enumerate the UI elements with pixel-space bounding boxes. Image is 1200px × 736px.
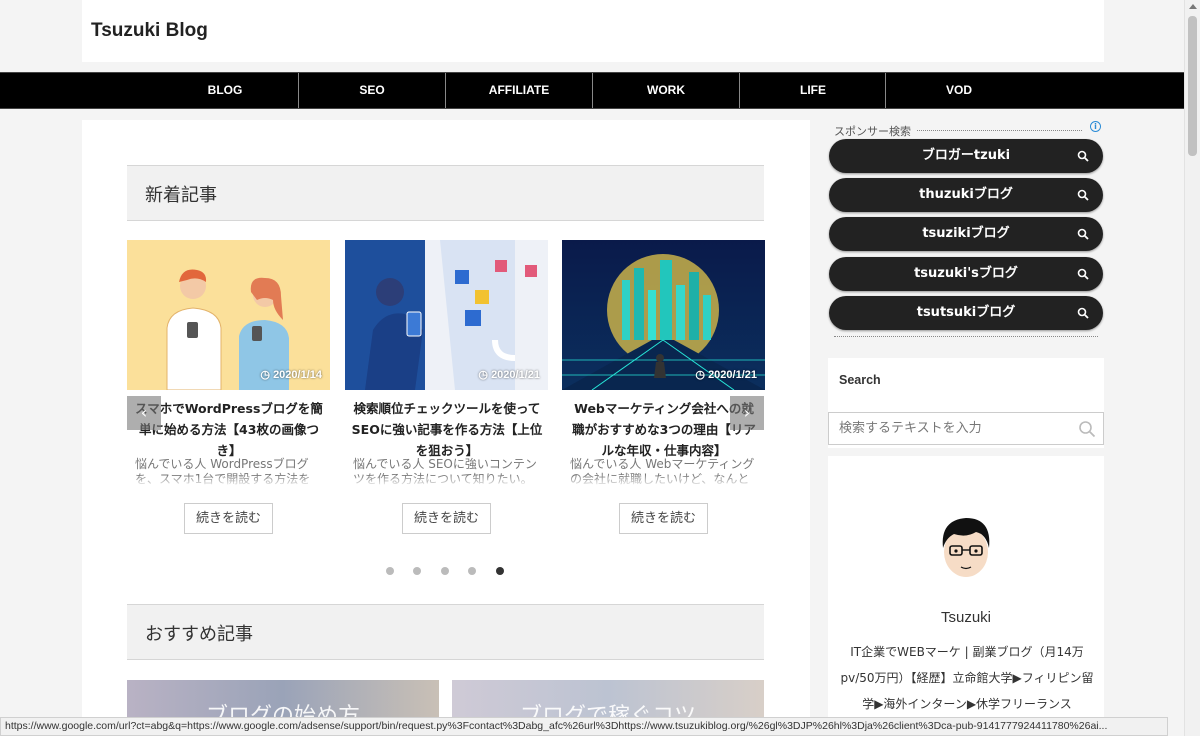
sponsor-search-link-label: tsuzuki'sブログ	[914, 266, 1018, 281]
site-title[interactable]: Tsuzuki Blog	[91, 20, 208, 42]
site-header: Tsuzuki Blog	[82, 0, 1104, 62]
post-title[interactable]: 検索順位チェックツールを使ってSEOに強い記事を作る方法【上位を狙おう】	[351, 398, 543, 461]
slider-next-arrow-icon[interactable]: ›	[730, 396, 764, 430]
recommended-posts-heading-text: おすすめ記事	[145, 624, 253, 645]
slider-prev-arrow-icon[interactable]: ‹	[127, 396, 161, 430]
recommended-posts-heading: おすすめ記事	[127, 604, 764, 660]
main-content: 新着記事 ◷ 2020/1/14 スマホでWordPressブログを簡単に始める…	[82, 120, 810, 736]
avatar[interactable]	[936, 512, 996, 582]
nav-item-affiliate[interactable]: AFFILIATE	[446, 73, 592, 108]
nav-item-work[interactable]: WORK	[593, 73, 739, 108]
nav-item-seo[interactable]: SEO	[299, 73, 445, 108]
sponsor-search-link-label: tsuzikiブログ	[922, 226, 1010, 241]
sponsor-search-link[interactable]: thuzukiブログ	[829, 178, 1103, 212]
post-date: ◷ 2020/1/14	[260, 369, 322, 381]
new-posts-heading: 新着記事	[127, 165, 764, 221]
slider-dot[interactable]	[413, 567, 421, 575]
post-excerpt: 悩んでいる人 Webマーケティングの会社に就職したいけど、なんと	[570, 457, 760, 487]
search-icon[interactable]	[1078, 420, 1096, 438]
read-more-button[interactable]: 続きを読む	[402, 503, 491, 534]
profile-bio: IT企業でWEBマーケ | 副業ブログ（月14万pv/50万円）【経歴】立命館大…	[840, 645, 1094, 711]
search-input[interactable]: 検索するテキストを入力	[828, 412, 1104, 445]
post-date: ◷ 2020/1/21	[478, 369, 540, 381]
sponsor-search-link[interactable]: tsuzuki'sブログ	[829, 257, 1103, 291]
scrollbar[interactable]	[1184, 0, 1200, 736]
nav-item-life[interactable]: LIFE	[740, 73, 886, 108]
search-icon	[1077, 268, 1089, 280]
slider-dot-active[interactable]	[496, 567, 504, 575]
info-icon[interactable]: i	[1090, 121, 1101, 132]
sponsor-search-link-label: thuzukiブログ	[919, 187, 1013, 202]
post-title[interactable]: スマホでWordPressブログを簡単に始める方法【43枚の画像つき】	[133, 398, 325, 461]
slider-dot[interactable]	[441, 567, 449, 575]
global-nav: BLOG SEO AFFILIATE WORK LIFE VOD	[0, 72, 1184, 109]
search-icon	[1077, 307, 1089, 319]
read-more-button[interactable]: 続きを読む	[184, 503, 273, 534]
post-excerpt: 悩んでいる人 SEOに強いコンテンツを作る方法について知りたい。	[353, 457, 543, 487]
search-icon	[1077, 189, 1089, 201]
profile-widget: Tsuzuki IT企業でWEBマーケ | 副業ブログ（月14万pv/50万円）…	[828, 456, 1104, 736]
search-icon	[1077, 150, 1089, 162]
search-widget: Search 検索するテキストを入力	[828, 358, 1104, 448]
profile-name: Tsuzuki	[940, 609, 992, 626]
sponsor-search-link-label: tsutsukiブログ	[916, 305, 1016, 320]
slider-dot[interactable]	[468, 567, 476, 575]
scroll-up-icon[interactable]	[1189, 4, 1197, 9]
sponsor-label: スポンサー検索	[834, 125, 911, 138]
search-icon	[1077, 228, 1089, 240]
post-thumbnail[interactable]: ◷ 2020/1/21	[345, 240, 548, 390]
sponsor-search-link[interactable]: tsuzikiブログ	[829, 217, 1103, 251]
post-card[interactable]: ◷ 2020/1/21 検索順位チェックツールを使ってSEOに強い記事を作る方法…	[345, 240, 548, 540]
slider-dot[interactable]	[386, 567, 394, 575]
sponsor-divider	[917, 130, 1082, 131]
post-excerpt: 悩んでいる人 WordPressブログを、スマホ1台で開設する方法を	[135, 457, 325, 487]
post-thumbnail[interactable]: ◷ 2020/1/21	[562, 240, 765, 390]
scrollbar-thumb[interactable]	[1188, 16, 1197, 156]
sponsor-search-link-label: ブロガーtzuki	[921, 148, 1011, 163]
sponsor-search-link[interactable]: ブロガーtzuki	[829, 139, 1103, 173]
link-status-bar: https://www.google.com/url?ct=abg&q=http…	[0, 717, 1168, 736]
nav-item-vod[interactable]: VOD	[886, 73, 1032, 108]
new-posts-heading-text: 新着記事	[145, 185, 217, 206]
post-card[interactable]: ◷ 2020/1/21 Webマーケティング会社への就職がおすすめな3つの理由【…	[562, 240, 765, 540]
sponsor-divider	[834, 336, 1098, 337]
sponsor-search-link[interactable]: tsutsukiブログ	[829, 296, 1103, 330]
post-card[interactable]: ◷ 2020/1/14 スマホでWordPressブログを簡単に始める方法【43…	[127, 240, 330, 540]
nav-item-blog[interactable]: BLOG	[152, 73, 298, 108]
post-thumbnail[interactable]: ◷ 2020/1/14	[127, 240, 330, 390]
read-more-button[interactable]: 続きを読む	[619, 503, 708, 534]
search-widget-title: Search	[839, 373, 881, 387]
post-date: ◷ 2020/1/21	[695, 369, 757, 381]
